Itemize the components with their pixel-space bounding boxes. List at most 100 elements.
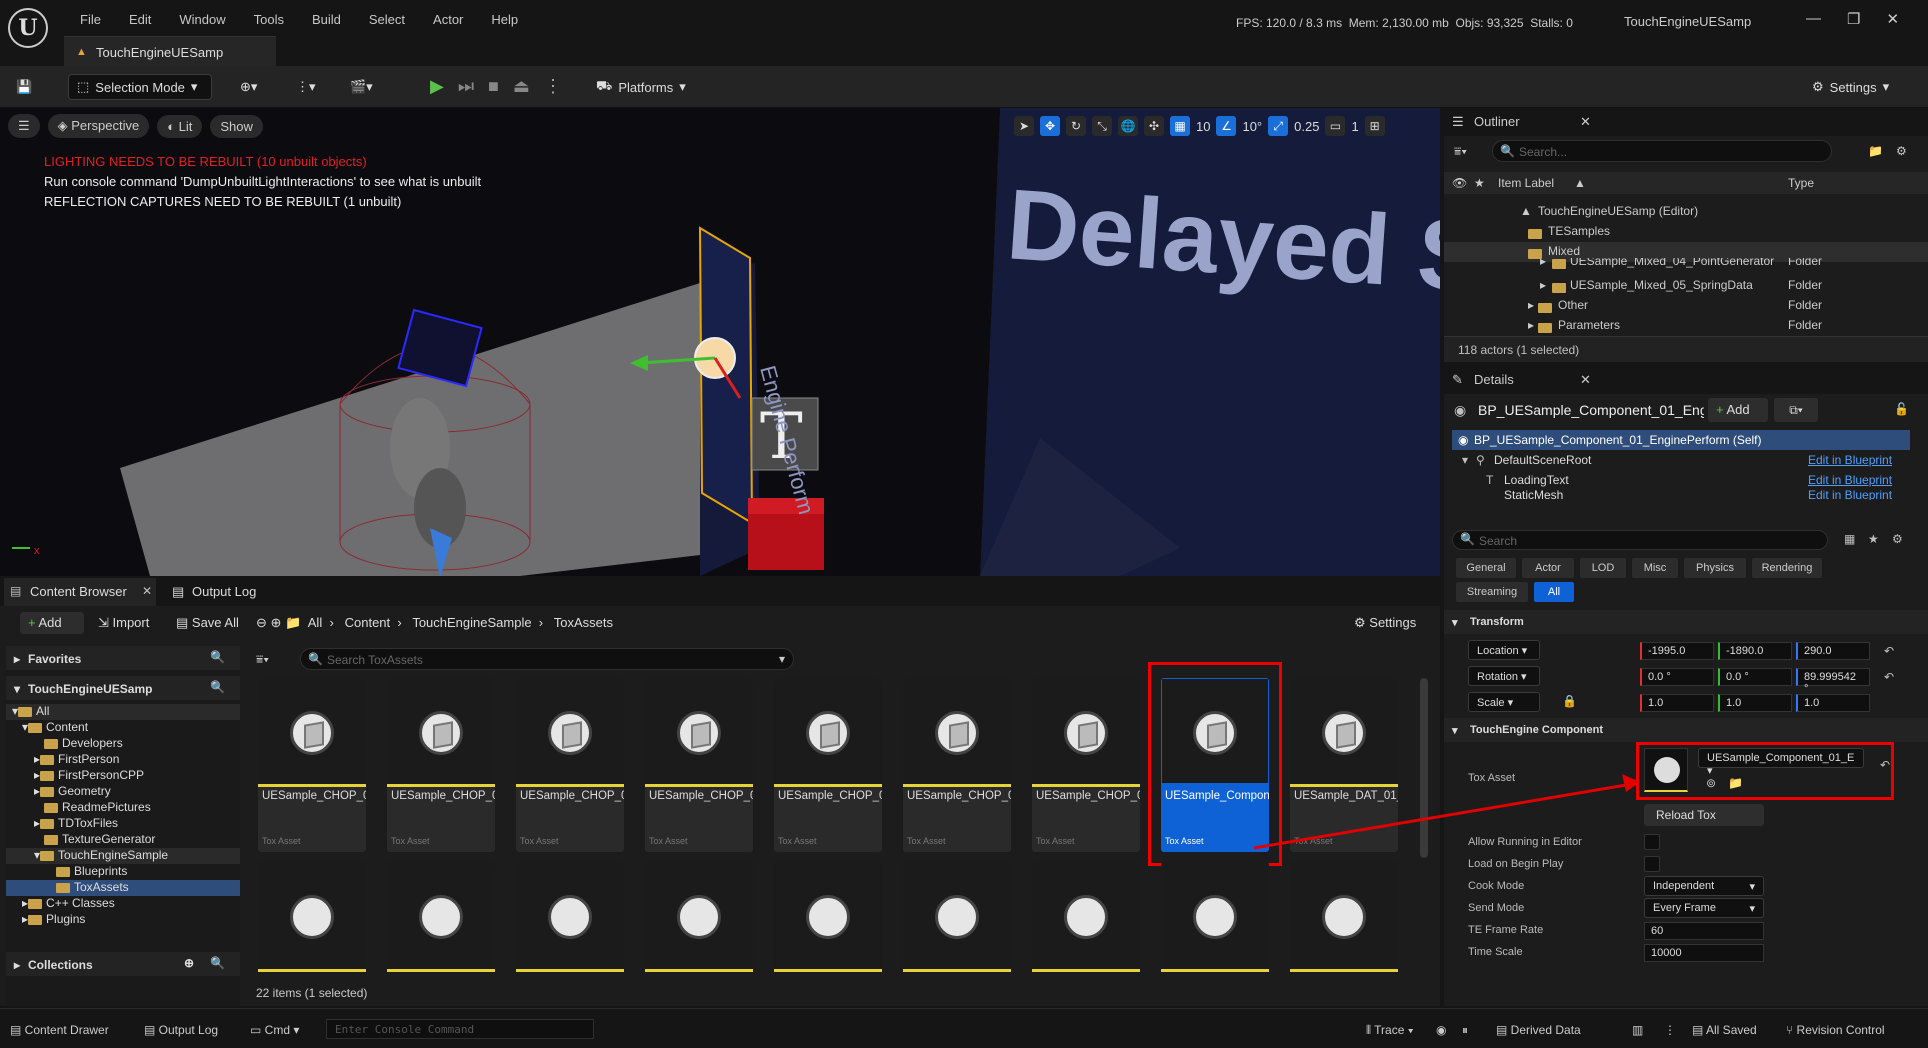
more-options-icon[interactable]: ⋮ [544, 76, 562, 97]
cook-mode-dropdown[interactable]: Independent ▾ [1644, 876, 1764, 896]
close-icon[interactable]: ✕ [142, 584, 152, 598]
asset-tile[interactable]: UESample_CHOP_01_Read Tox Asset [258, 678, 366, 852]
play-icon[interactable]: ▶ [430, 76, 444, 97]
tree-item[interactable]: ▸ C++ Classes [6, 896, 240, 912]
tree-item[interactable]: ▸ FirstPerson [6, 752, 240, 768]
reload-tox-button[interactable]: Reload Tox [1644, 804, 1764, 826]
selection-mode-dropdown[interactable]: ⬚ Selection Mode ▾ [68, 74, 212, 100]
asset-tile[interactable]: UESample_CHOP_06_PulseGener...RandomPath… [903, 678, 1011, 852]
filter-icon[interactable]: ⩸▾ [1454, 144, 1467, 159]
minimize-icon[interactable]: — [1806, 10, 1821, 28]
save-all-button[interactable]: ▤ Save All [176, 615, 239, 631]
scale-snap-value[interactable]: 0.25 [1294, 119, 1319, 134]
asset-tile[interactable] [516, 862, 624, 972]
add-button[interactable]: + Add [20, 612, 84, 634]
rotation-dropdown[interactable]: Rotation ▾ [1468, 666, 1540, 686]
stop-icon[interactable]: ■ [488, 76, 499, 97]
tree-item-content[interactable]: ▾ Content [6, 720, 240, 736]
all-saved-button[interactable]: ▤ All Saved [1692, 1023, 1757, 1037]
tree-item[interactable]: TextureGenerator [6, 832, 240, 848]
asset-scrollbar[interactable] [1420, 678, 1428, 858]
asset-tile[interactable] [387, 862, 495, 972]
allow-running-checkbox[interactable] [1644, 834, 1660, 850]
step-icon[interactable]: ⏭ [458, 76, 474, 97]
menu-build[interactable]: Build [298, 12, 355, 27]
menu-window[interactable]: Window [165, 12, 239, 27]
reset-icon[interactable]: ↶ [1884, 670, 1894, 684]
import-button[interactable]: ⇲ Import [98, 615, 149, 631]
search-icon[interactable]: 🔍 [210, 650, 225, 664]
category-misc[interactable]: Misc [1632, 558, 1678, 578]
category-streaming[interactable]: Streaming [1456, 582, 1528, 602]
revision-control-button[interactable]: ⑂ Revision Control [1786, 1023, 1885, 1037]
add-component-button[interactable]: + Add [1708, 398, 1768, 422]
content-drawer-button[interactable]: ▤ Content Drawer [10, 1023, 109, 1037]
edit-in-blueprint-link[interactable]: Edit in Blueprint [1808, 453, 1892, 467]
tree-item-touchenginesample[interactable]: ▾ TouchEngineSample [6, 848, 240, 864]
console-input[interactable]: Enter Console Command [326, 1019, 594, 1039]
time-scale-field[interactable]: 10000 [1644, 944, 1764, 962]
asset-tile[interactable] [903, 862, 1011, 972]
outliner-row[interactable]: ▸ Parameters Folder [1444, 316, 1928, 336]
component-row[interactable]: T LoadingText Edit in Blueprint [1452, 470, 1910, 490]
asset-tile[interactable]: UESample_CHOP_03_CHOPSoup Tox Asset [516, 678, 624, 852]
transform-section[interactable]: ▾ Transform [1444, 610, 1928, 634]
menu-select[interactable]: Select [355, 12, 419, 27]
details-tab[interactable]: ✎ Details ✕ [1444, 366, 1928, 394]
details-search-input[interactable]: Search [1452, 530, 1828, 550]
asset-search-input[interactable]: Search ToxAssets ▾ [300, 648, 794, 670]
asset-tile[interactable] [774, 862, 882, 972]
category-actor[interactable]: Actor [1522, 558, 1574, 578]
rotation-y-field[interactable]: 0.0 ° [1718, 668, 1792, 686]
layout-icon[interactable]: ⊞ [1364, 116, 1385, 136]
location-z-field[interactable]: 290.0 [1796, 642, 1870, 660]
record-icon[interactable]: ◉ [1436, 1023, 1446, 1037]
outliner-row[interactable]: ▲ TouchEngineUESamp (Editor) [1444, 202, 1928, 222]
location-dropdown[interactable]: Location ▾ [1468, 640, 1540, 660]
scale-tool-icon[interactable]: ⤡ [1092, 116, 1112, 136]
close-icon[interactable]: ✕ [1886, 10, 1899, 28]
tree-item-toxassets[interactable]: ToxAssets [6, 880, 240, 896]
asset-tile[interactable] [258, 862, 366, 972]
select-tool-icon[interactable]: ➤ [1014, 116, 1034, 136]
translate-tool-icon[interactable]: ✥ [1040, 116, 1060, 136]
breadcrumb-content[interactable]: Content [345, 615, 391, 630]
add-collection-icon[interactable]: ⊕ [184, 956, 194, 970]
project-header[interactable]: ▾ TouchEngineUESamp 🔍 [6, 676, 240, 700]
scale-y-field[interactable]: 1.0 [1718, 694, 1792, 712]
viewport-menu-icon[interactable]: ☰ [8, 114, 40, 138]
asset-tile[interactable]: UESample_CHOP_05_PulseGener...RandomPosi… [774, 678, 882, 852]
history-back-icon[interactable]: ⊖ [256, 615, 267, 630]
asset-tile[interactable] [1161, 862, 1269, 972]
tree-item[interactable]: Blueprints [6, 864, 240, 880]
favorite-icon[interactable]: ★ [1868, 532, 1879, 546]
col-type[interactable]: Type [1788, 176, 1814, 190]
menu-actor[interactable]: Actor [419, 12, 477, 27]
outliner-row[interactable]: ▸ UESample_Mixed_05_SpringData Folder [1444, 276, 1928, 296]
asset-tile[interactable] [645, 862, 753, 972]
category-physics[interactable]: Physics [1684, 558, 1746, 578]
world-local-icon[interactable]: 🌐 [1118, 116, 1138, 136]
edit-in-blueprint-link[interactable]: Edit in Blueprint [1808, 473, 1892, 487]
asset-tile[interactable]: UESample_CHOP_04_SingleSample...Channels… [645, 678, 753, 852]
col-item-label[interactable]: Item Label [1498, 176, 1554, 190]
component-row[interactable]: StaticMesh Edit in Blueprint [1452, 490, 1910, 500]
outliner-search-input[interactable]: Search... [1492, 140, 1832, 162]
menu-help[interactable]: Help [477, 12, 532, 27]
visibility-icon[interactable]: 👁 [1452, 176, 1467, 190]
lock-icon[interactable]: 🔓 [1894, 402, 1909, 416]
grid-snap-value[interactable]: 10 [1196, 119, 1210, 134]
project-tab[interactable]: ▲ TouchEngineUESamp [64, 36, 276, 66]
component-row[interactable]: ▾ ⚲ DefaultSceneRoot Edit in Blueprint [1452, 450, 1910, 470]
table-view-icon[interactable]: ▦ [1844, 532, 1855, 546]
add-folder-icon[interactable]: 📁 [1868, 144, 1883, 158]
scale-z-field[interactable]: 1.0 [1796, 694, 1870, 712]
outliner-row[interactable]: TESamples [1444, 222, 1928, 242]
tree-item[interactable]: ▸ TDToxFiles [6, 816, 240, 832]
category-general[interactable]: General [1456, 558, 1516, 578]
settings-button[interactable]: ⚙ Settings ▾ [1812, 74, 1889, 100]
rotation-x-field[interactable]: 0.0 ° [1640, 668, 1714, 686]
outliner-tab[interactable]: ☰ Outliner ✕ [1444, 108, 1928, 136]
grid-snap-icon[interactable]: ▦ [1170, 116, 1190, 136]
output-log-tab[interactable]: Output Log [192, 584, 256, 599]
